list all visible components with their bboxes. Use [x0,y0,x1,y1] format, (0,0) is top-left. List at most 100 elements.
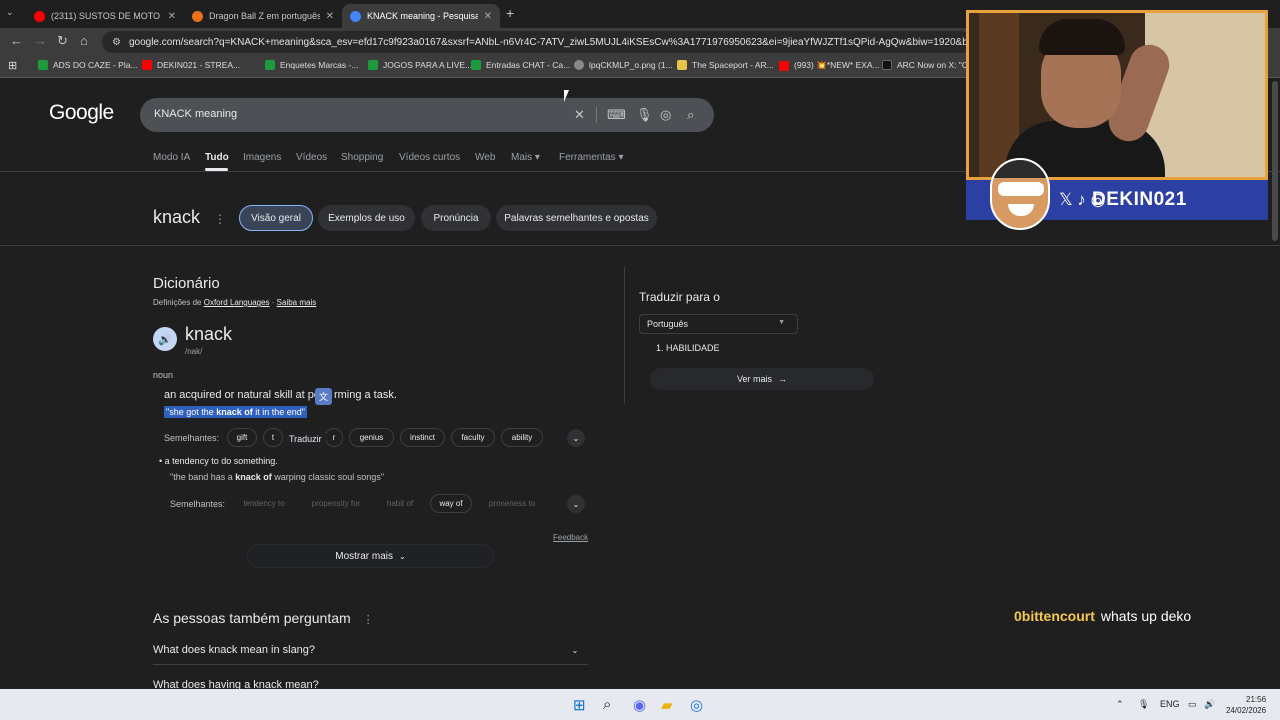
oxford-languages-link[interactable]: Oxford Languages [204,298,270,307]
synonym-ability[interactable]: ability [501,428,543,447]
definition-text: rming a task. [333,389,397,401]
chrome-icon[interactable]: ◎ [690,696,703,714]
google-lens-icon[interactable]: ◎ [660,107,671,123]
tab-videos-curtos[interactable]: Vídeos curtos [399,152,460,163]
expand-chevron-icon[interactable]: ⌄ [567,429,585,447]
avatar-glasses [998,182,1044,196]
synonym-tendency-to[interactable]: tendency to [236,494,292,513]
apps-grid-icon[interactable]: ⊞ [8,59,17,72]
system-clock[interactable]: 21:56 24/02/2026 [1226,694,1266,716]
bookmark-enquetes-marcas[interactable]: Enquetes Marcas -... [265,60,358,70]
bookmark-new-exa[interactable]: (993) 💥*NEW* EXA... [779,60,880,71]
back-arrow-icon[interactable]: ← [10,33,23,48]
forward-arrow-icon[interactable]: → [34,33,47,48]
example-text: it in the end" [252,407,305,417]
saiba-mais-link[interactable]: Saiba mais [277,298,317,307]
bookmark-the-spaceport[interactable]: The Spaceport - AR... [677,60,774,70]
tab-imagens[interactable]: Imagens [243,152,281,163]
synonym-gift[interactable]: gift [227,428,257,447]
url-text[interactable]: google.com/search?q=KNACK+meaning&sca_es… [129,37,972,48]
site-favicon-icon [192,10,203,22]
network-icon[interactable]: ▭ [1188,699,1197,710]
dictionary-source: Definições de Oxford Languages · Saiba m… [153,298,317,307]
synonym-way-of[interactable]: way of [430,494,472,513]
synonym-partial[interactable]: r [325,428,343,447]
bookmark-dekin021-stream[interactable]: DEKIN021 - STREA... [142,60,240,70]
tab-mais[interactable]: Mais ▾ [511,152,540,163]
chevron-down-icon[interactable]: ⌄ [566,641,584,659]
chip-visao-geral[interactable]: Visão geral [239,205,313,231]
chip-pronuncia[interactable]: Pronúncia [421,205,491,231]
avatar-cap [992,160,1048,178]
tray-chevron-up-icon[interactable]: ⌃ [1116,699,1124,710]
feedback-link[interactable]: Feedback [553,533,588,542]
bookmark-jogos-para-a-live[interactable]: JOGOS PARA A LIVE... [368,60,472,70]
tab-search-chevron-icon[interactable]: ⌄ [6,7,14,18]
discord-icon[interactable]: ◉ [633,696,646,714]
home-icon[interactable]: ⌂ [80,33,88,48]
close-tab-icon[interactable]: ✕ [168,11,176,22]
synonym-proneness-to[interactable]: proneness to [482,494,542,513]
tab-shopping[interactable]: Shopping [341,152,383,163]
chip-exemplos-de-uso[interactable]: Exemplos de uso [318,205,415,231]
arc-logo-icon [677,60,687,70]
tab-knack-meaning[interactable]: KNACK meaning - Pesquisa Go ✕ [342,4,500,28]
paa-question-1[interactable]: What does knack mean in slang? [153,644,315,656]
bookmark-entradas-chat[interactable]: Entradas CHAT - Ca... [471,60,570,70]
reload-icon[interactable]: ↻ [57,33,68,49]
expand-chevron-icon[interactable]: ⌄ [567,495,585,513]
synonym-propensity-for[interactable]: propensity for [303,494,369,513]
synonym-habit-of[interactable]: habit of [380,494,420,513]
ver-mais-button[interactable]: Ver mais → [650,368,874,390]
synonym-genius[interactable]: genius [349,428,394,447]
more-options-icon[interactable]: ⋮ [214,212,226,226]
volume-icon[interactable]: 🔊 [1204,699,1215,710]
show-more-button[interactable]: Mostrar mais ⌄ [247,544,494,568]
start-button-icon[interactable]: ⊞ [573,696,586,714]
close-tab-icon[interactable]: ✕ [326,11,334,22]
tab-sustos-de-moto[interactable]: (2311) SUSTOS DE MOTO (EP. 2 ✕ [26,4,184,28]
youtube-icon [142,60,152,70]
clear-search-icon[interactable]: ✕ [574,107,585,123]
streamer-hair [1039,19,1125,55]
synonym-faculty[interactable]: faculty [451,428,495,447]
search-icon[interactable]: ⌕ [687,107,694,123]
show-more-label: Mostrar mais [335,550,394,562]
globe-icon [574,60,584,70]
close-tab-icon[interactable]: ✕ [484,11,492,22]
more-options-icon[interactable]: ⋮ [363,614,374,626]
bookmark-lpqckmlp-png[interactable]: lpqCKMLP_o.png (1... [574,60,673,70]
search-query[interactable]: KNACK meaning [154,108,237,120]
synonym-partial[interactable]: t [263,428,283,447]
keyboard-icon[interactable]: ⌨ [607,107,626,123]
tab-tudo[interactable]: Tudo [205,152,229,163]
tab-videos[interactable]: Vídeos [296,152,327,163]
new-tab-button[interactable]: + [506,5,514,21]
definition-text: a tendency to do something. [164,456,278,466]
cartoon-avatar-icon [990,158,1050,230]
page-scrollbar[interactable] [1272,81,1278,241]
tab-modo-ia[interactable]: Modo IA [153,152,190,163]
bookmark-ads-do-caze[interactable]: ADS DO CAZE - Pla... [38,60,138,70]
site-info-icon[interactable]: ⚙ [112,37,121,48]
language-indicator[interactable]: ENG [1160,699,1180,709]
part-of-speech: noun [153,370,174,380]
speaker-icon[interactable]: 🔊 [153,327,177,351]
synonym-instinct[interactable]: instinct [400,428,445,447]
address-bar[interactable]: ⚙ google.com/search?q=KNACK+meaning&sca_… [102,31,972,53]
tab-ferramentas[interactable]: Ferramentas ▾ [559,152,623,163]
translate-popup[interactable]: Traduzir [285,432,326,446]
file-explorer-icon[interactable]: ▰ [661,696,673,714]
google-logo[interactable]: Google [49,101,114,125]
translate-icon[interactable]: 文 [315,388,332,405]
search-box[interactable]: KNACK meaning ✕ ⌨ 🎙 ◎ ⌕ [140,98,714,132]
language-select[interactable]: Português ▼ [639,314,798,334]
tab-web[interactable]: Web [475,152,495,163]
chip-palavras-semelhantes[interactable]: Palavras semelhantes e opostas [496,205,657,231]
sheets-icon [265,60,275,70]
microphone-icon[interactable]: 🎙 [1138,699,1149,710]
search-icon[interactable]: ⌕ [603,696,611,713]
microphone-icon[interactable]: 🎙 [636,107,653,123]
tab-dragon-ball[interactable]: Dragon Ball Z em português br ✕ [184,4,342,28]
paa-question-2[interactable]: What does having a knack mean? [153,679,319,689]
